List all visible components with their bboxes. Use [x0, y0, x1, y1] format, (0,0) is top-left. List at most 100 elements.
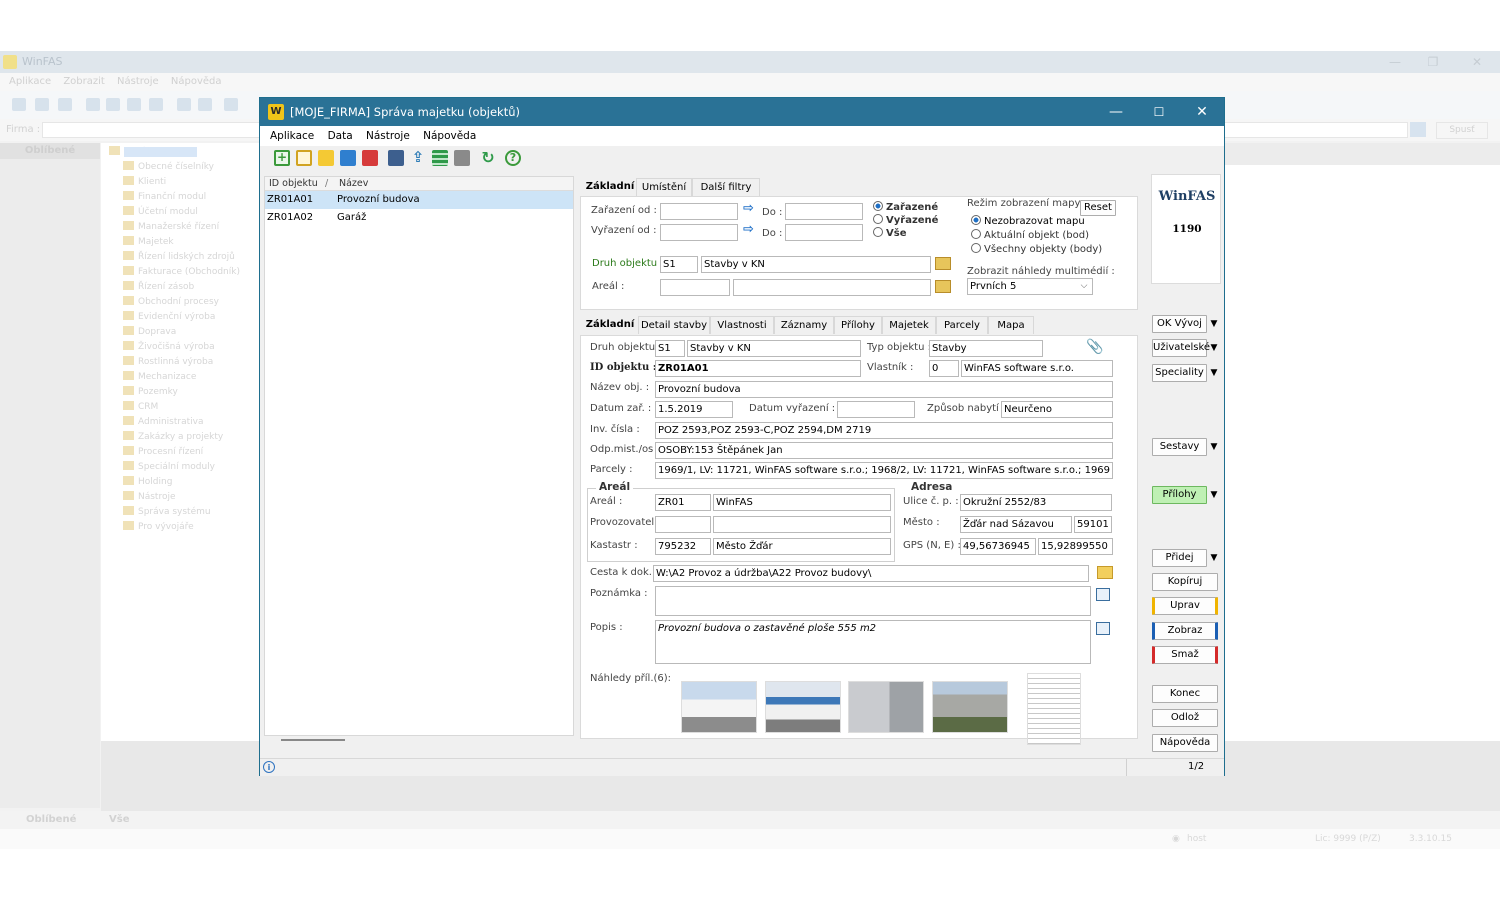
- tree-item[interactable]: Holding: [109, 475, 259, 490]
- druh-code-field[interactable]: S1: [655, 340, 685, 357]
- radio-aktualni-objekt[interactable]: Aktuální objekt (bod): [971, 229, 1089, 241]
- tree-item[interactable]: Rostlinná výroba: [109, 355, 259, 370]
- tree-item[interactable]: Obecné číselníky: [109, 160, 259, 175]
- katastr-name-field[interactable]: Město Žďár: [713, 538, 891, 555]
- parcely-field[interactable]: 1969/1, LV: 11721, WinFAS software s.r.o…: [655, 462, 1113, 479]
- vlastnik-name-field[interactable]: WinFAS software s.r.o.: [961, 360, 1113, 377]
- toolbar-icon[interactable]: [12, 98, 26, 111]
- tree-item[interactable]: Řízení zásob: [109, 280, 259, 295]
- tree-item[interactable]: Živočišná výroba: [109, 340, 259, 355]
- folder-open-icon[interactable]: [935, 257, 951, 270]
- thumbnail-building-2[interactable]: [765, 681, 841, 733]
- radio-vyrazene[interactable]: Vyřazené: [873, 214, 938, 226]
- tree-item[interactable]: Správa systému: [109, 505, 259, 520]
- minimize-icon[interactable]: —: [1380, 51, 1410, 73]
- tab-mapa[interactable]: Mapa: [988, 316, 1034, 334]
- druh-name-input[interactable]: Stavby v KN: [701, 256, 931, 273]
- tab-filter-umisteni[interactable]: Umístění: [636, 178, 692, 196]
- horizontal-scrollbar[interactable]: [281, 739, 345, 741]
- zobraz-button[interactable]: Zobraz: [1152, 622, 1218, 640]
- nazev-field[interactable]: Provozní budova: [655, 381, 1113, 398]
- vyrazeni-od-input[interactable]: [660, 224, 738, 241]
- tab-detail-stavby[interactable]: Detail stavby: [638, 316, 710, 334]
- column-nazev[interactable]: Název: [339, 177, 368, 191]
- reset-button[interactable]: Reset: [1080, 200, 1116, 216]
- areal-code-input[interactable]: [660, 279, 730, 296]
- grid-icon[interactable]: [432, 150, 448, 166]
- refresh-icon[interactable]: [127, 98, 141, 111]
- zarazeni-do-input[interactable]: [785, 203, 863, 220]
- dropdown-arrow-icon[interactable]: ▼: [1209, 486, 1219, 504]
- datum-zarazeni-field[interactable]: 1.5.2019: [655, 401, 733, 418]
- tree-item[interactable]: Nástroje: [109, 490, 259, 505]
- tab-zaznamy[interactable]: Záznamy: [774, 316, 834, 334]
- tree-item[interactable]: Účetní modul: [109, 205, 259, 220]
- radio-vsechny-objekty[interactable]: Všechny objekty (body): [971, 243, 1102, 255]
- add-icon[interactable]: +: [274, 150, 290, 166]
- tree-item[interactable]: Klienti: [109, 175, 259, 190]
- areal-name-field[interactable]: WinFAS: [713, 494, 891, 511]
- ok-vyvoj-button[interactable]: OK Vývoj: [1152, 315, 1207, 333]
- druh-name-field[interactable]: Stavby v KN: [687, 340, 861, 357]
- minimize-icon[interactable]: —: [1096, 98, 1136, 126]
- cesta-field[interactable]: W:\A2 Provoz a údržba\A22 Provoz budovy\: [653, 565, 1089, 582]
- radio-vse[interactable]: Vše: [873, 227, 906, 239]
- tab-majetek[interactable]: Majetek: [882, 316, 936, 334]
- menu-nastroje[interactable]: Nástroje: [117, 76, 159, 87]
- tree-item[interactable]: Zakázky a projekty: [109, 430, 259, 445]
- tree-item[interactable]: Manažerské řízení: [109, 220, 259, 235]
- tree-item[interactable]: Mechanizace: [109, 370, 259, 385]
- tab-prilohy[interactable]: Přílohy: [834, 316, 882, 334]
- uzivatelske-button[interactable]: Uživatelské: [1152, 339, 1210, 357]
- sestavy-button[interactable]: Sestavy: [1152, 438, 1207, 456]
- speciality-button[interactable]: Speciality: [1152, 364, 1207, 382]
- paperclip-icon[interactable]: 📎: [1086, 339, 1103, 355]
- tab-detail-zakladni[interactable]: Základní: [582, 316, 638, 334]
- view-icon[interactable]: [340, 150, 356, 166]
- inv-cisla-field[interactable]: POZ 2593,POZ 2593-C,POZ 2594,DM 2719: [655, 422, 1113, 439]
- close-icon[interactable]: ✕: [1462, 51, 1492, 73]
- up-icon[interactable]: [149, 98, 163, 111]
- edit-icon[interactable]: [318, 150, 334, 166]
- menu-nastroje[interactable]: Nástroje: [366, 130, 410, 142]
- back-icon[interactable]: [86, 98, 100, 111]
- zpusob-nabyti-field[interactable]: Neurčeno: [1001, 401, 1113, 418]
- katastr-code-field[interactable]: 795232: [655, 538, 711, 555]
- kopiruj-button[interactable]: Kopíruj: [1152, 573, 1218, 591]
- tree-item[interactable]: CRM: [109, 400, 259, 415]
- print-icon[interactable]: [388, 150, 404, 166]
- toolbar-icon[interactable]: [177, 98, 191, 111]
- restore-icon[interactable]: ❐: [1418, 51, 1448, 73]
- tree-item[interactable]: Administrativa: [109, 415, 259, 430]
- thumbnail-building-3[interactable]: [848, 681, 924, 733]
- delete-icon[interactable]: [362, 150, 378, 166]
- table-row[interactable]: ZR01A01 Provozní budova: [265, 191, 573, 209]
- prilohy-button[interactable]: Přílohy: [1152, 486, 1207, 504]
- provozovatel-name-field[interactable]: [713, 516, 891, 533]
- refresh-icon[interactable]: ↻: [480, 150, 496, 166]
- radio-nezobrazovat-mapu[interactable]: Nezobrazovat mapu: [971, 215, 1085, 227]
- tree-root[interactable]: Nabídka WinFAS: [109, 145, 259, 160]
- toolbar-icon[interactable]: [224, 98, 238, 111]
- mesto-field[interactable]: Žďár nad Sázavou: [960, 516, 1072, 533]
- toolbar-icon[interactable]: [35, 98, 49, 111]
- tree-item[interactable]: Pro vývojáře: [109, 520, 259, 535]
- folder-open-icon[interactable]: [935, 280, 951, 293]
- druh-code-input[interactable]: S1: [660, 256, 698, 273]
- close-icon[interactable]: ✕: [1182, 98, 1222, 126]
- tab-oblibene[interactable]: Oblíbené: [26, 811, 76, 829]
- folder-icon[interactable]: [1097, 566, 1113, 579]
- info-icon[interactable]: i: [263, 761, 275, 773]
- chevron-down-icon[interactable]: ⌵: [1076, 279, 1092, 294]
- dropdown-arrow-icon[interactable]: ▼: [1209, 364, 1219, 382]
- toolbar-icon[interactable]: [198, 98, 212, 111]
- thumbnail-building-4[interactable]: [932, 681, 1008, 733]
- tab-vse[interactable]: Vše: [109, 811, 129, 829]
- tab-filter-dalsi[interactable]: Další filtry: [692, 178, 760, 196]
- gps-n-field[interactable]: 49,56736945: [960, 538, 1036, 555]
- tree-item[interactable]: Pozemky: [109, 385, 259, 400]
- tree-item[interactable]: Řízení lidských zdrojů: [109, 250, 259, 265]
- thumbnail-document[interactable]: [1027, 673, 1081, 745]
- forward-icon[interactable]: [106, 98, 120, 111]
- tree-item[interactable]: Majetek: [109, 235, 259, 250]
